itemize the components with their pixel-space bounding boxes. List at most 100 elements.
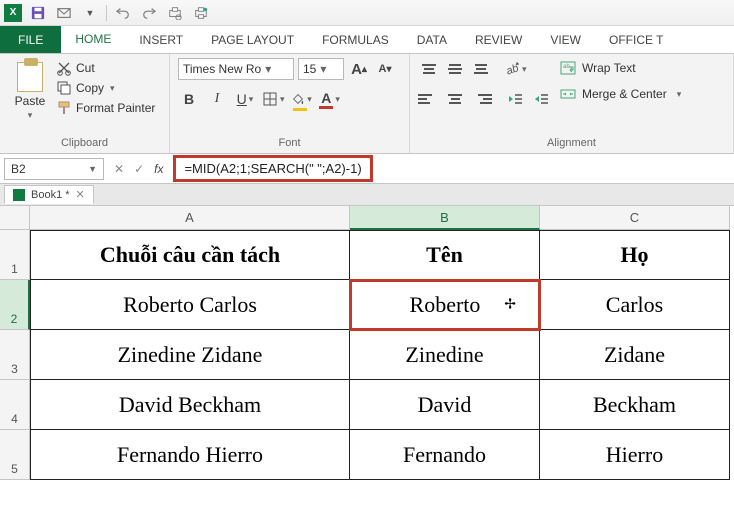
cell-b5[interactable]: Fernando bbox=[350, 430, 540, 480]
bold-button[interactable]: B bbox=[178, 88, 200, 110]
cell-a5[interactable]: Fernando Hierro bbox=[30, 430, 350, 480]
tab-formulas[interactable]: FORMULAS bbox=[308, 26, 403, 53]
quick-access-toolbar: X ▼ bbox=[0, 0, 734, 26]
align-right-button[interactable] bbox=[470, 88, 492, 110]
cell-b3[interactable]: Zinedine bbox=[350, 330, 540, 380]
print-preview-icon[interactable] bbox=[165, 3, 185, 23]
cell-b4[interactable]: David bbox=[350, 380, 540, 430]
col-header-b[interactable]: B bbox=[350, 206, 540, 230]
tab-view[interactable]: VIEW bbox=[536, 26, 595, 53]
copy-button[interactable]: Copy ▾ bbox=[56, 80, 155, 96]
cell-c3[interactable]: Zidane bbox=[540, 330, 730, 380]
row-header-1[interactable]: 1 bbox=[0, 230, 30, 280]
tab-page-layout[interactable]: PAGE LAYOUT bbox=[197, 26, 308, 53]
close-workbook-icon[interactable]: ✕ bbox=[76, 188, 85, 201]
excel-icon: X bbox=[4, 4, 22, 22]
group-font: Times New Ro▾ 15▾ A▴ A▾ B I U▾ ▾ bbox=[170, 54, 410, 153]
fill-color-button[interactable]: ▾ bbox=[291, 88, 313, 110]
font-group-label: Font bbox=[178, 137, 401, 153]
tab-home[interactable]: HOME bbox=[61, 26, 125, 53]
row-header-2[interactable]: 2 bbox=[0, 280, 30, 330]
cell-c1[interactable]: Họ bbox=[540, 230, 730, 280]
col-header-c[interactable]: C bbox=[540, 206, 730, 230]
align-top-button[interactable] bbox=[418, 58, 440, 80]
quick-print-icon[interactable] bbox=[191, 3, 211, 23]
workbook-icon bbox=[13, 189, 25, 201]
row-header-3[interactable]: 3 bbox=[0, 330, 30, 380]
merge-center-label: Merge & Center bbox=[582, 87, 667, 101]
redo-icon[interactable] bbox=[139, 3, 159, 23]
spreadsheet-grid: A B C 1 Chuỗi câu cần tách Tên Họ 2 Robe… bbox=[0, 206, 734, 480]
enter-formula-icon[interactable]: ✓ bbox=[134, 162, 144, 176]
cell-a3[interactable]: Zinedine Zidane bbox=[30, 330, 350, 380]
align-center-button[interactable] bbox=[444, 88, 466, 110]
format-painter-button[interactable]: Format Painter bbox=[56, 100, 155, 116]
formula-input[interactable]: =MID(A2;1;SEARCH(" ";A2)-1) bbox=[173, 155, 372, 182]
cancel-formula-icon[interactable]: ✕ bbox=[114, 162, 124, 176]
cell-b2-value: Roberto bbox=[410, 292, 481, 318]
font-color-button[interactable]: A▾ bbox=[319, 88, 341, 110]
italic-button[interactable]: I bbox=[206, 88, 228, 110]
row-header-5[interactable]: 5 bbox=[0, 430, 30, 480]
qat-separator bbox=[106, 5, 107, 21]
align-bottom-button[interactable] bbox=[470, 58, 492, 80]
align-middle-button[interactable] bbox=[444, 58, 466, 80]
cell-a1[interactable]: Chuỗi câu cần tách bbox=[30, 230, 350, 280]
cell-c2[interactable]: Carlos bbox=[540, 280, 730, 330]
alignment-group-label: Alignment bbox=[418, 137, 725, 153]
wrap-text-button[interactable]: ab Wrap Text bbox=[560, 60, 681, 76]
formula-bar: B2 ▼ ✕ ✓ fx =MID(A2;1;SEARCH(" ";A2)-1) bbox=[0, 154, 734, 184]
font-size-value: 15 bbox=[303, 62, 316, 76]
ribbon: Paste ▾ Cut Copy ▾ Format Painter C bbox=[0, 54, 734, 154]
tab-review[interactable]: REVIEW bbox=[461, 26, 536, 53]
clipboard-group-label: Clipboard bbox=[8, 137, 161, 153]
undo-icon[interactable] bbox=[113, 3, 133, 23]
decrease-indent-button[interactable] bbox=[504, 88, 526, 110]
tab-insert[interactable]: INSERT bbox=[125, 26, 197, 53]
paste-button[interactable]: Paste ▾ bbox=[8, 58, 52, 125]
font-name-value: Times New Ro bbox=[183, 62, 261, 76]
group-alignment: ab ▾ ab bbox=[410, 54, 734, 153]
borders-button[interactable]: ▾ bbox=[262, 88, 285, 110]
row-header-4[interactable]: 4 bbox=[0, 380, 30, 430]
cell-a4[interactable]: David Beckham bbox=[30, 380, 350, 430]
orientation-button[interactable]: ab ▾ bbox=[504, 58, 527, 80]
col-header-a[interactable]: A bbox=[30, 206, 350, 230]
select-all-corner[interactable] bbox=[0, 206, 30, 230]
qat-dropdown-icon[interactable]: ▼ bbox=[80, 3, 100, 23]
cell-b1[interactable]: Tên bbox=[350, 230, 540, 280]
format-painter-label: Format Painter bbox=[76, 101, 155, 115]
merge-center-button[interactable]: Merge & Center ▾ bbox=[560, 86, 681, 102]
cell-cursor-icon: ✢ bbox=[504, 297, 516, 314]
tab-office-tab[interactable]: OFFICE T bbox=[595, 26, 677, 53]
increase-indent-button[interactable] bbox=[530, 88, 552, 110]
tab-file[interactable]: FILE bbox=[0, 26, 61, 53]
increase-font-icon[interactable]: A▴ bbox=[348, 58, 370, 80]
underline-button[interactable]: U▾ bbox=[234, 88, 256, 110]
cell-c4[interactable]: Beckham bbox=[540, 380, 730, 430]
ribbon-tabs: FILE HOME INSERT PAGE LAYOUT FORMULAS DA… bbox=[0, 26, 734, 54]
decrease-font-icon[interactable]: A▾ bbox=[374, 58, 396, 80]
cell-a2[interactable]: Roberto Carlos bbox=[30, 280, 350, 330]
copy-label: Copy bbox=[76, 81, 104, 95]
align-left-button[interactable] bbox=[418, 88, 440, 110]
cell-c5[interactable]: Hierro bbox=[540, 430, 730, 480]
font-size-combo[interactable]: 15▾ bbox=[298, 58, 344, 80]
save-icon[interactable] bbox=[28, 3, 48, 23]
workbook-bar: Book1 * ✕ bbox=[0, 184, 734, 206]
formula-text: =MID(A2;1;SEARCH(" ";A2)-1) bbox=[184, 161, 361, 176]
insert-function-icon[interactable]: fx bbox=[154, 162, 163, 176]
workbook-tab[interactable]: Book1 * ✕ bbox=[4, 185, 94, 204]
cut-label: Cut bbox=[76, 61, 95, 75]
email-icon[interactable] bbox=[54, 3, 74, 23]
group-clipboard: Paste ▾ Cut Copy ▾ Format Painter C bbox=[0, 54, 170, 153]
name-box-value: B2 bbox=[11, 162, 26, 176]
cut-button[interactable]: Cut bbox=[56, 60, 155, 76]
name-box[interactable]: B2 ▼ bbox=[4, 158, 104, 180]
font-name-combo[interactable]: Times New Ro▾ bbox=[178, 58, 294, 80]
tab-data[interactable]: DATA bbox=[403, 26, 461, 53]
cell-b2[interactable]: Roberto ✢ bbox=[350, 280, 540, 330]
paste-icon bbox=[17, 62, 43, 92]
workbook-name: Book1 * bbox=[31, 189, 70, 201]
wrap-text-label: Wrap Text bbox=[582, 61, 636, 75]
